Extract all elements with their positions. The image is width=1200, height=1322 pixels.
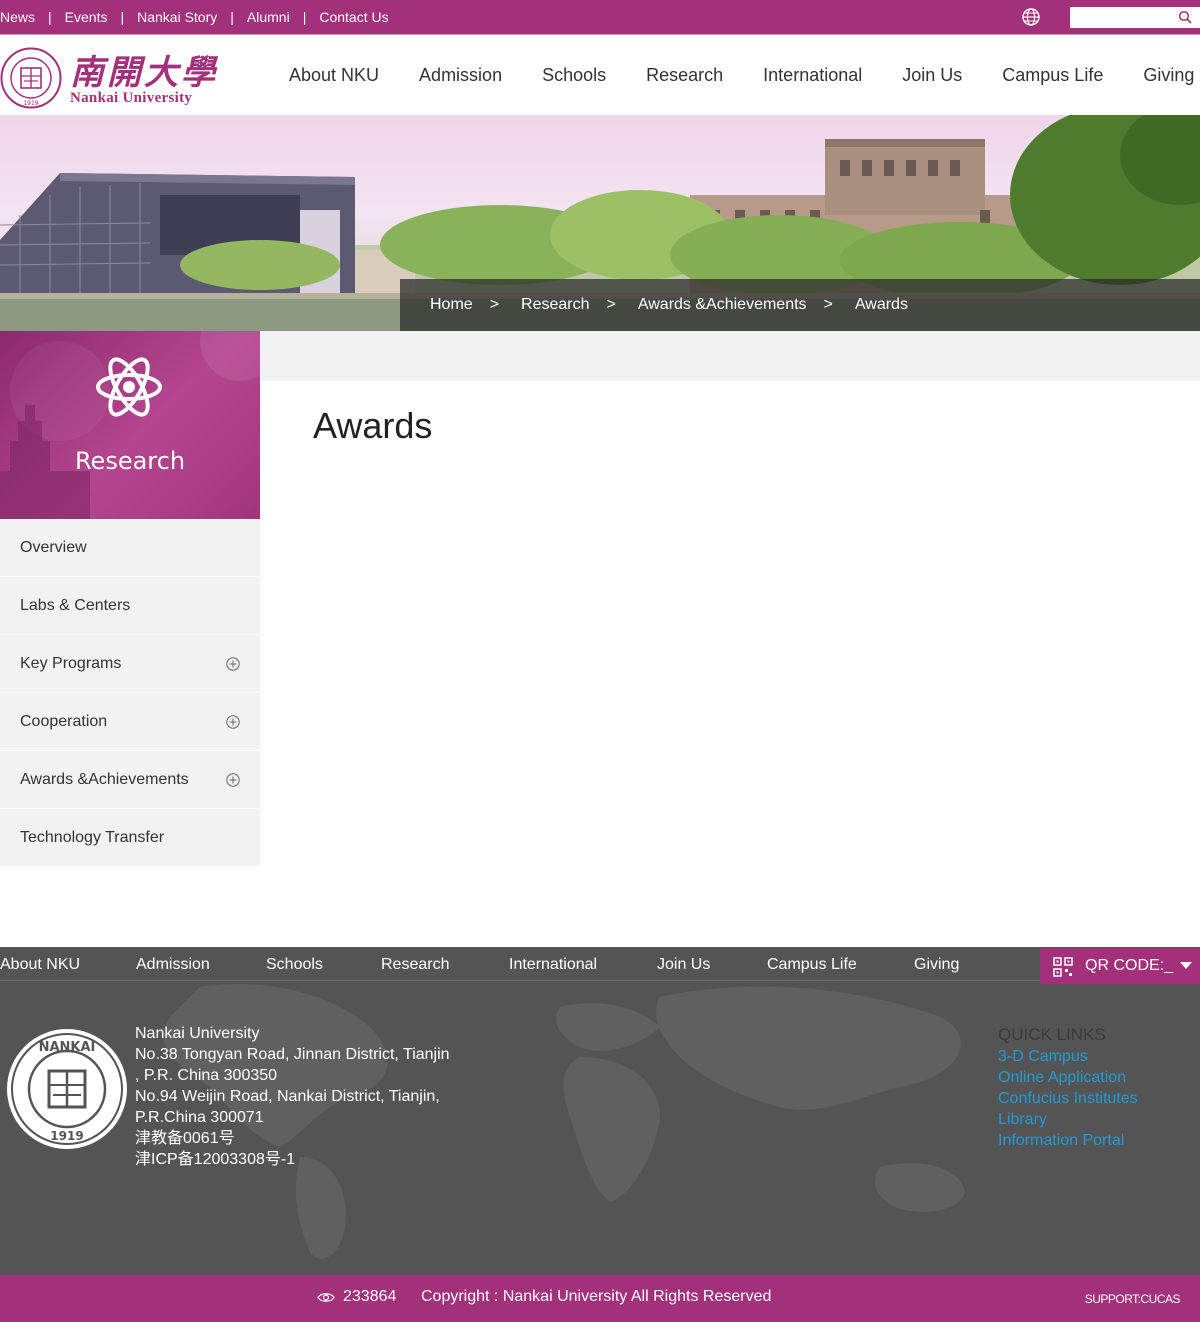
expand-plus-icon[interactable]: [226, 657, 240, 671]
footer-nav-about-nku[interactable]: About NKU: [0, 956, 80, 974]
top-separator: |: [302, 9, 307, 25]
support-link[interactable]: SUPPORT:CUCAS: [1085, 1292, 1181, 1306]
sidebar-item-label: Technology Transfer: [20, 828, 165, 846]
footer-nav-giving[interactable]: Giving: [914, 956, 959, 974]
top-link-alumni[interactable]: Alumni: [247, 9, 290, 25]
breadcrumb-separator: >: [489, 296, 500, 313]
sidebar-title: Research: [74, 447, 186, 475]
content-top-strip: [260, 331, 1200, 381]
address-line: No.94 Weijin Road, Nankai District, Tian…: [135, 1088, 440, 1105]
address-line: Nankai University: [135, 1025, 260, 1042]
footer-nav-campus-life[interactable]: Campus Life: [767, 956, 857, 974]
breadcrumb-awards[interactable]: Awards: [855, 296, 908, 314]
svg-text:1919: 1919: [50, 1129, 83, 1143]
copyright-text: Copyright : Nankai University All Rights…: [421, 1288, 772, 1305]
expand-plus-icon[interactable]: [226, 715, 240, 729]
university-seal-logo: NANKAI 1919: [7, 1029, 127, 1149]
qr-code-icon: [1053, 957, 1073, 977]
footer-nav: About NKU Admission Schools Research Int…: [0, 947, 1040, 981]
globe-icon[interactable]: [1021, 7, 1041, 27]
breadcrumb-home[interactable]: Home: [430, 296, 473, 314]
qr-code-label: QR CODE:_: [1085, 957, 1174, 974]
breadcrumb-separator: >: [606, 296, 616, 313]
eye-icon: [317, 1293, 335, 1302]
logo-chinese-name[interactable]: 南開大學: [70, 45, 218, 94]
quick-link-confucius-institutes[interactable]: Confucius Institutes: [998, 1088, 1138, 1109]
nav-admission[interactable]: Admission: [419, 65, 502, 86]
nav-research[interactable]: Research: [646, 65, 723, 86]
atom-icon: [96, 357, 162, 417]
campus-banner: Home > Research > Awards &Achievements >…: [0, 115, 1200, 331]
quick-link-library[interactable]: Library: [998, 1109, 1138, 1130]
university-seal-logo[interactable]: 1919: [0, 47, 62, 109]
footer-nav-international[interactable]: International: [509, 956, 597, 974]
nav-giving[interactable]: Giving: [1143, 65, 1194, 86]
chevron-down-icon: [1180, 962, 1192, 969]
address-line: P.R.China 300071: [135, 1109, 264, 1126]
header: 1919 南開大學 Nankai University About NKU Ad…: [0, 34, 1200, 115]
address-line: No.38 Tongyan Road, Jinnan District, Tia…: [135, 1046, 450, 1063]
footer-nav-schools[interactable]: Schools: [266, 956, 323, 974]
nav-join-us[interactable]: Join Us: [902, 65, 962, 86]
sidebar-item-key-programs[interactable]: Key Programs: [0, 635, 260, 693]
sidebar-menu: Overview Labs & Centers Key Programs Coo…: [0, 519, 260, 867]
top-link-nankai-story[interactable]: Nankai Story: [137, 9, 217, 25]
top-separator: |: [48, 9, 52, 25]
top-links: News | Events | Nankai Story | Alumni | …: [0, 0, 389, 34]
bottom-bar: 233864 Copyright : Nankai University All…: [0, 1275, 1200, 1322]
top-bar: News | Events | Nankai Story | Alumni | …: [0, 0, 1200, 34]
svg-text:NANKAI: NANKAI: [39, 1040, 96, 1055]
address-line[interactable]: 津教备0061号: [135, 1128, 465, 1149]
quick-link-online-application[interactable]: Online Application: [998, 1067, 1138, 1088]
visit-counter: 233864: [343, 1288, 397, 1305]
expand-plus-icon[interactable]: [226, 773, 240, 787]
svg-text:1919: 1919: [23, 100, 38, 107]
breadcrumb-awards-achievements[interactable]: Awards &Achievements: [638, 296, 807, 314]
sidebar-item-overview[interactable]: Overview: [0, 519, 260, 577]
top-link-contact-us[interactable]: Contact Us: [319, 9, 388, 25]
quick-link-information-portal[interactable]: Information Portal: [998, 1130, 1138, 1151]
main-nav: About NKU Admission Schools Research Int…: [289, 35, 1200, 115]
top-link-news[interactable]: News: [0, 9, 35, 25]
top-link-events[interactable]: Events: [65, 9, 108, 25]
quick-links: 3-D Campus Online Application Confucius …: [998, 1046, 1138, 1151]
sidebar-item-technology-transfer[interactable]: Technology Transfer: [0, 809, 260, 867]
sidebar-item-labs-centers[interactable]: Labs & Centers: [0, 577, 260, 635]
sidebar-item-label: Key Programs: [20, 654, 122, 672]
qr-code-button[interactable]: QR CODE:_: [1040, 948, 1200, 984]
nav-international[interactable]: International: [763, 65, 862, 86]
sidebar-item-awards-achievements[interactable]: Awards &Achievements: [0, 751, 260, 809]
sidebar-item-label: Overview: [20, 538, 87, 556]
breadcrumb-separator: >: [823, 296, 833, 313]
sidebar-item-label: Labs & Centers: [20, 596, 131, 614]
logo-english-name[interactable]: Nankai University: [70, 90, 192, 107]
footer-nav-research[interactable]: Research: [381, 956, 449, 974]
page-title: Awards: [313, 405, 433, 446]
breadcrumb: Home > Research > Awards &Achievements >…: [400, 279, 1200, 331]
address-line[interactable]: 津ICP备12003308号-1: [135, 1149, 465, 1170]
footer-address: Nankai University No.38 Tongyan Road, Ji…: [135, 1023, 465, 1170]
footer: About NKU Admission Schools Research Int…: [0, 947, 1200, 1275]
breadcrumb-research[interactable]: Research: [521, 296, 589, 314]
top-separator: |: [120, 9, 125, 25]
nav-campus-life[interactable]: Campus Life: [1002, 65, 1103, 86]
top-separator: |: [230, 9, 234, 25]
sidebar-item-label: Cooperation: [20, 712, 108, 730]
nav-schools[interactable]: Schools: [542, 65, 606, 86]
nav-about-nku[interactable]: About NKU: [289, 65, 379, 86]
search-icon[interactable]: [1178, 10, 1192, 24]
sidebar-item-cooperation[interactable]: Cooperation: [0, 693, 260, 751]
address-line: , P.R. China 300350: [135, 1067, 278, 1084]
quick-link-3d-campus[interactable]: 3-D Campus: [998, 1046, 1138, 1067]
quick-links-title: QUICK LINKS: [998, 1025, 1106, 1044]
footer-nav-admission[interactable]: Admission: [136, 956, 210, 974]
sidebar-header: Research: [0, 331, 260, 519]
sidebar-item-label: Awards &Achievements: [20, 770, 189, 788]
footer-nav-join-us[interactable]: Join Us: [657, 956, 710, 974]
